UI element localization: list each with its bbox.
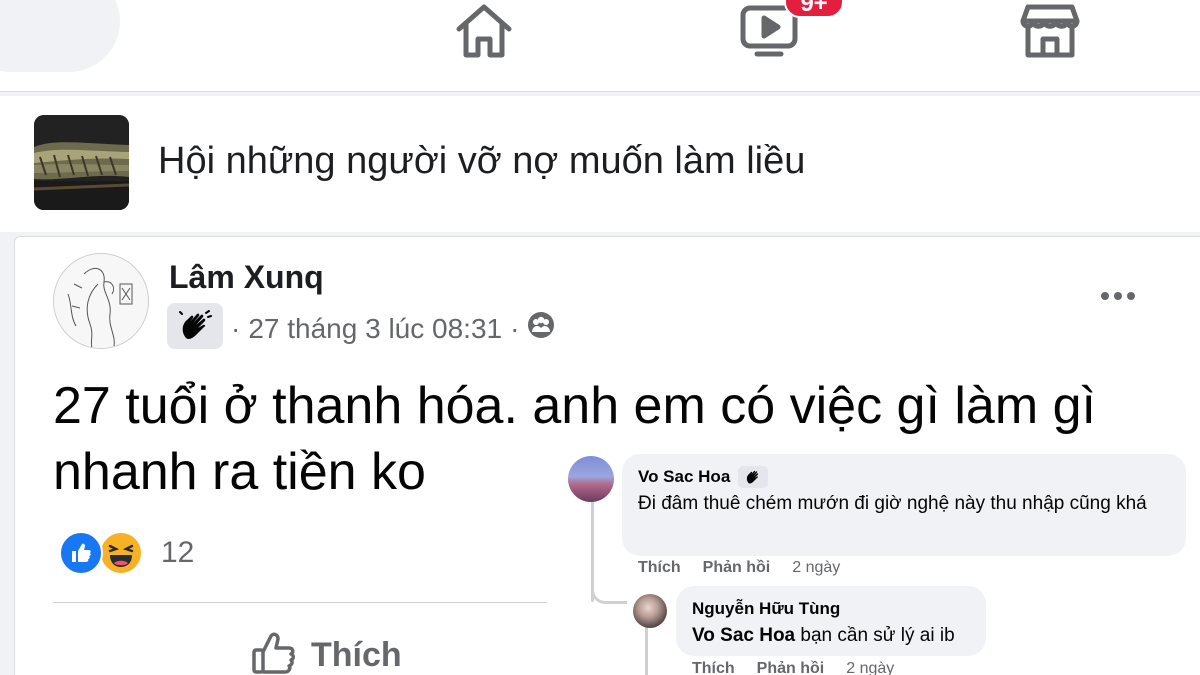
group-name[interactable]: Hội những người vỡ nợ muốn làm liều bbox=[158, 140, 805, 183]
dot bbox=[1114, 292, 1122, 300]
thumbs-up-icon bbox=[251, 631, 297, 675]
wave-hand-icon bbox=[167, 303, 223, 349]
post-timestamp[interactable]: 27 tháng 3 lúc 08:31 bbox=[248, 313, 502, 345]
group-audience-icon bbox=[527, 311, 555, 346]
dot bbox=[1101, 292, 1109, 300]
like-button[interactable]: Thích bbox=[251, 630, 402, 675]
author-avatar[interactable] bbox=[53, 253, 149, 349]
commenter-name[interactable]: Vo Sac Hoa bbox=[638, 467, 730, 487]
post-divider bbox=[53, 602, 547, 603]
wave-hand-icon bbox=[738, 466, 769, 488]
comment-like-button[interactable]: Thích bbox=[692, 660, 735, 675]
post-meta: · 27 tháng 3 lúc 08:31 · bbox=[231, 311, 555, 346]
more-options-button[interactable] bbox=[1093, 281, 1143, 311]
mention-tag[interactable]: Vo Sac Hoa bbox=[692, 625, 795, 646]
comment-text: Đi đâm thuê chém mướn đi giờ nghệ này th… bbox=[638, 493, 1147, 514]
like-reaction-icon bbox=[59, 531, 103, 575]
reply-bubble: Nguyễn Hữu Tùng Vo Sac Hoa bạn cần sử lý… bbox=[676, 586, 986, 656]
thread-line bbox=[645, 626, 648, 675]
comment-actions: Thích Phản hồi 2 ngày bbox=[638, 559, 840, 577]
facebook-group-post-page: 9+ Hội những người vỡ nợ muốn làm liều L… bbox=[0, 0, 1200, 675]
like-label: Thích bbox=[311, 635, 402, 674]
reaction-count[interactable]: 12 bbox=[161, 536, 194, 570]
video-notification-badge: 9+ bbox=[784, 0, 844, 18]
comment-time[interactable]: 2 ngày bbox=[846, 660, 894, 675]
comment-text: Vo Sac Hoa bạn cần sử lý ai ib bbox=[692, 622, 970, 650]
comment-body: bạn cần sử lý ai ib bbox=[795, 625, 955, 646]
group-header[interactable]: Hội những người vỡ nợ muốn làm liều bbox=[0, 96, 1200, 232]
top-navigation-bar: 9+ bbox=[0, 0, 1200, 92]
comment-like-button[interactable]: Thích bbox=[638, 559, 681, 577]
reaction-summary[interactable]: 12 bbox=[59, 531, 194, 575]
haha-reaction-icon bbox=[99, 531, 143, 575]
commenter-name[interactable]: Nguyễn Hữu Tùng bbox=[692, 599, 840, 619]
home-icon[interactable] bbox=[452, 0, 516, 62]
commenter-avatar[interactable] bbox=[568, 456, 614, 502]
comment-reply-button[interactable]: Phản hồi bbox=[703, 559, 771, 577]
dot bbox=[1127, 292, 1135, 300]
comments-section: Vo Sac Hoa Đi đâm thuê chém mướn đi giờ … bbox=[548, 446, 1200, 675]
meta-separator: · bbox=[510, 312, 520, 344]
search-field[interactable] bbox=[0, 0, 120, 72]
marketplace-icon[interactable] bbox=[1018, 0, 1082, 62]
comment-actions: Thích Phản hồi 2 ngày bbox=[692, 660, 894, 675]
commenter-avatar[interactable] bbox=[633, 594, 667, 628]
comment-time[interactable]: 2 ngày bbox=[792, 559, 840, 577]
comment-reply-button[interactable]: Phản hồi bbox=[757, 660, 825, 675]
comment-bubble: Vo Sac Hoa Đi đâm thuê chém mướn đi giờ … bbox=[622, 454, 1186, 556]
meta-separator: · bbox=[231, 312, 241, 344]
thread-connector bbox=[591, 576, 627, 604]
group-cover-thumbnail[interactable] bbox=[34, 115, 129, 210]
post-author-name[interactable]: Lâm Xunq bbox=[169, 259, 324, 296]
